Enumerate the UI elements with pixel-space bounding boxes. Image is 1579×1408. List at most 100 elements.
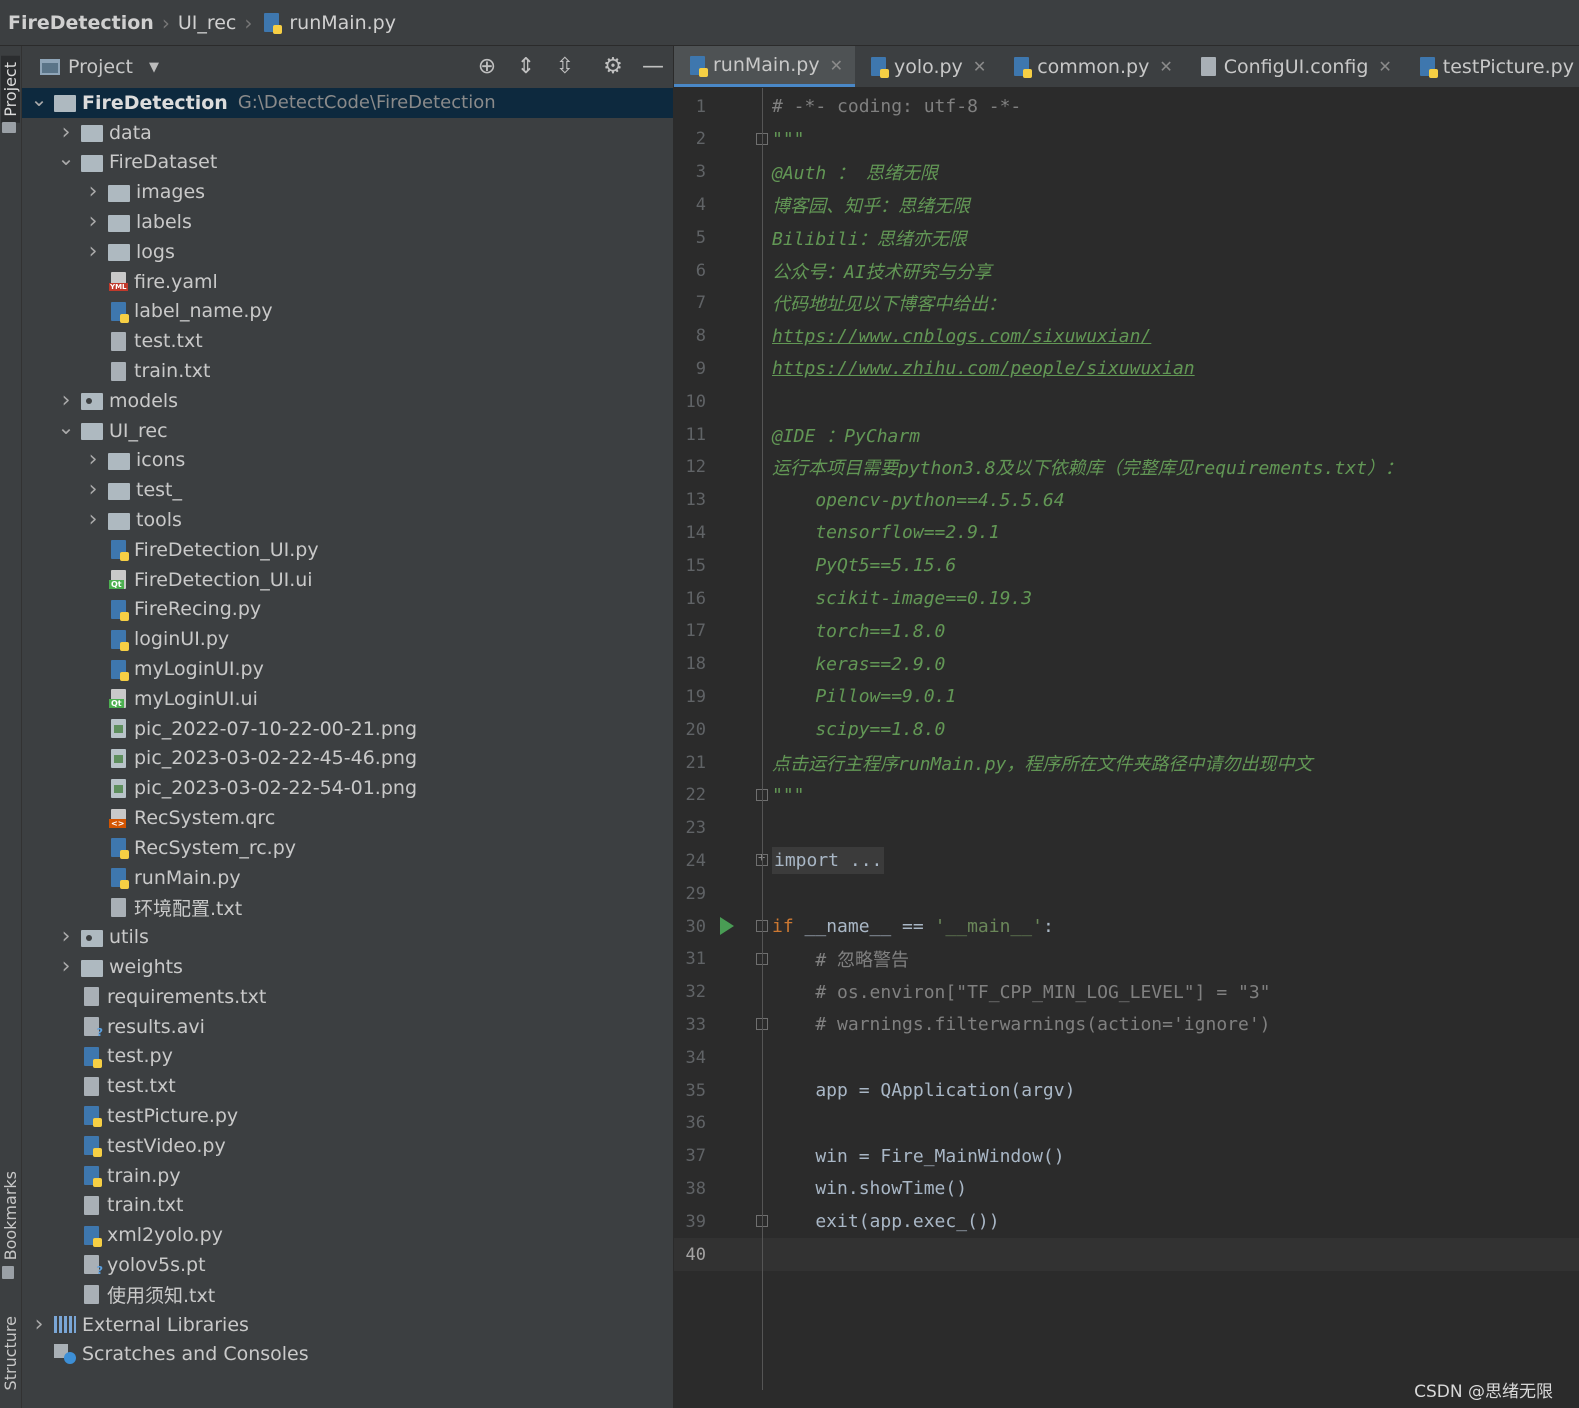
tree-item[interactable]: train.txt	[22, 356, 673, 386]
breadcrumb-file[interactable]: runMain.py	[289, 12, 396, 34]
code-line[interactable]: 24 import ...	[674, 844, 1579, 877]
chevron-right-icon[interactable]: ›	[57, 389, 75, 411]
code-line[interactable]: 34	[674, 1041, 1579, 1074]
chevron-right-icon[interactable]: ›	[84, 240, 102, 262]
tree-item[interactable]: 环境配置.txt	[22, 893, 673, 923]
tree-item[interactable]: myLoginUI.ui	[22, 684, 673, 714]
gear-icon[interactable]: ⚙	[600, 54, 626, 80]
minus-icon[interactable]: —	[640, 54, 666, 80]
editor-tab[interactable]: common.py ✕	[998, 46, 1185, 87]
tree-item[interactable]: › weights	[22, 952, 673, 982]
code-line[interactable]: 31 # 忽略警告	[674, 943, 1579, 976]
tree-item[interactable]: label_name.py	[22, 297, 673, 327]
code-line[interactable]: 11 @IDE ：PyCharm	[674, 418, 1579, 451]
crosshair-icon[interactable]: ⊕	[474, 54, 500, 80]
code-line[interactable]: 40	[674, 1238, 1579, 1271]
tree-item[interactable]: › models	[22, 386, 673, 416]
code-line[interactable]: 8 https://www.cnblogs.com/sixuwuxian/	[674, 320, 1579, 353]
expand-all-icon[interactable]: ⇕	[513, 54, 539, 80]
project-tool-button[interactable]: Project	[1, 56, 20, 123]
chevron-right-icon[interactable]: ›	[84, 211, 102, 233]
tree-item[interactable]: › utils	[22, 922, 673, 952]
code-line[interactable]: 29	[674, 877, 1579, 910]
tree-item[interactable]: › images	[22, 177, 673, 207]
chevron-down-icon[interactable]: ⌄	[30, 89, 48, 112]
chevron-right-icon[interactable]: ›	[84, 509, 102, 531]
code-line[interactable]: 37 win = Fire_MainWindow()	[674, 1140, 1579, 1173]
project-view-selector[interactable]: Project	[68, 56, 133, 78]
code-line[interactable]: 15 PyQt5==5.15.6	[674, 549, 1579, 582]
code-line[interactable]: 13 opencv-python==4.5.5.64	[674, 484, 1579, 517]
chevron-right-icon[interactable]: ›	[57, 121, 75, 143]
tree-item[interactable]: loginUI.py	[22, 624, 673, 654]
chevron-right-icon[interactable]: ›	[84, 479, 102, 501]
tree-item[interactable]: test.txt	[22, 326, 673, 356]
tree-item[interactable]: ⌄ FireDataset	[22, 148, 673, 178]
chevron-down-icon[interactable]: ⌄	[57, 148, 75, 171]
tree-item[interactable]: RecSystem_rc.py	[22, 833, 673, 863]
tree-item[interactable]: › data	[22, 118, 673, 148]
code-line[interactable]: 3 @Auth ： 思绪无限	[674, 156, 1579, 189]
tree-item[interactable]: ⌄ FireDetection G:\DetectCode\FireDetectio…	[22, 88, 673, 118]
breadcrumb-root[interactable]: FireDetection	[8, 12, 154, 34]
tree-item[interactable]: Scratches and Consoles	[22, 1339, 673, 1369]
chevron-right-icon[interactable]: ›	[30, 1313, 48, 1335]
tree-item[interactable]: xml2yolo.py	[22, 1220, 673, 1250]
tree-item[interactable]: FireDetection_UI.py	[22, 535, 673, 565]
chevron-right-icon[interactable]: ›	[84, 181, 102, 203]
chevron-right-icon[interactable]: ›	[57, 956, 75, 978]
tree-item[interactable]: 使用须知.txt	[22, 1280, 673, 1310]
tree-item[interactable]: › External Libraries	[22, 1310, 673, 1340]
code-line[interactable]: 17 torch==1.8.0	[674, 615, 1579, 648]
code-line[interactable]: 19 Pillow==9.0.1	[674, 680, 1579, 713]
tree-item[interactable]: pic_2023-03-02-22-54-01.png	[22, 773, 673, 803]
code-line[interactable]: 5 Bilibili：思绪亦无限	[674, 221, 1579, 254]
close-icon[interactable]: ✕	[1378, 57, 1391, 76]
tree-item[interactable]: FireRecing.py	[22, 595, 673, 625]
code-line[interactable]: 18 keras==2.9.0	[674, 648, 1579, 681]
chevron-down-icon[interactable]: ⌄	[57, 417, 75, 440]
tree-item[interactable]: › tools	[22, 505, 673, 535]
code-line[interactable]: 36	[674, 1107, 1579, 1140]
code-line[interactable]: 32 # os.environ["TF_CPP_MIN_LOG_LEVEL"] …	[674, 976, 1579, 1009]
close-icon[interactable]: ✕	[1159, 57, 1172, 76]
tree-item[interactable]: results.avi	[22, 1012, 673, 1042]
tree-item[interactable]: › logs	[22, 237, 673, 267]
tree-item[interactable]: testVideo.py	[22, 1131, 673, 1161]
structure-tool-button[interactable]: Structure	[1, 1316, 20, 1390]
bookmarks-tool-button[interactable]: Bookmarks	[1, 1171, 20, 1260]
tree-item[interactable]: RecSystem.qrc	[22, 803, 673, 833]
chevron-right-icon[interactable]: ›	[57, 926, 75, 948]
tree-item[interactable]: requirements.txt	[22, 982, 673, 1012]
tree-item[interactable]: › icons	[22, 446, 673, 476]
tree-item[interactable]: train.py	[22, 1161, 673, 1191]
code-line[interactable]: 12 运行本项目需要python3.8及以下依赖库（完整库见requirement…	[674, 451, 1579, 484]
tree-item[interactable]: testPicture.py	[22, 1101, 673, 1131]
code-line[interactable]: 1 # -*- coding: utf-8 -*-	[674, 90, 1579, 123]
code-line[interactable]: 39 exit(app.exec_())	[674, 1205, 1579, 1238]
code-line[interactable]: 30 if __name__ == '__main__':	[674, 910, 1579, 943]
code-line[interactable]: 20 scipy==1.8.0	[674, 713, 1579, 746]
code-line[interactable]: 2 """	[674, 123, 1579, 156]
editor-tab[interactable]: yolo.py ✕	[855, 46, 998, 87]
code-line[interactable]: 10	[674, 385, 1579, 418]
editor-tab[interactable]: testPicture.py✕	[1404, 46, 1579, 87]
code-line[interactable]: 4 博客园、知乎：思绪无限	[674, 188, 1579, 221]
code-line[interactable]: 22 """	[674, 779, 1579, 812]
tree-item[interactable]: › test_	[22, 475, 673, 505]
tree-item[interactable]: train.txt	[22, 1190, 673, 1220]
code-line[interactable]: 7 代码地址见以下博客中给出：	[674, 287, 1579, 320]
code-line[interactable]: 35 app = QApplication(argv)	[674, 1074, 1579, 1107]
tree-item[interactable]: fire.yaml	[22, 267, 673, 297]
tree-item[interactable]: yolov5s.pt	[22, 1250, 673, 1280]
tree-item[interactable]: runMain.py	[22, 863, 673, 893]
code-line[interactable]: 14 tensorflow==2.9.1	[674, 516, 1579, 549]
code-line[interactable]: 9 https://www.zhihu.com/people/sixuwuxian	[674, 352, 1579, 385]
code-line[interactable]: 33 # warnings.filterwarnings(action='ign…	[674, 1008, 1579, 1041]
chevron-right-icon[interactable]: ›	[84, 449, 102, 471]
run-icon[interactable]	[720, 917, 734, 935]
tree-item[interactable]: pic_2022-07-10-22-00-21.png	[22, 714, 673, 744]
code-line[interactable]: 23	[674, 812, 1579, 845]
tree-item[interactable]: test.txt	[22, 1071, 673, 1101]
editor-tab[interactable]: ConfigUI.config ✕	[1185, 46, 1404, 87]
